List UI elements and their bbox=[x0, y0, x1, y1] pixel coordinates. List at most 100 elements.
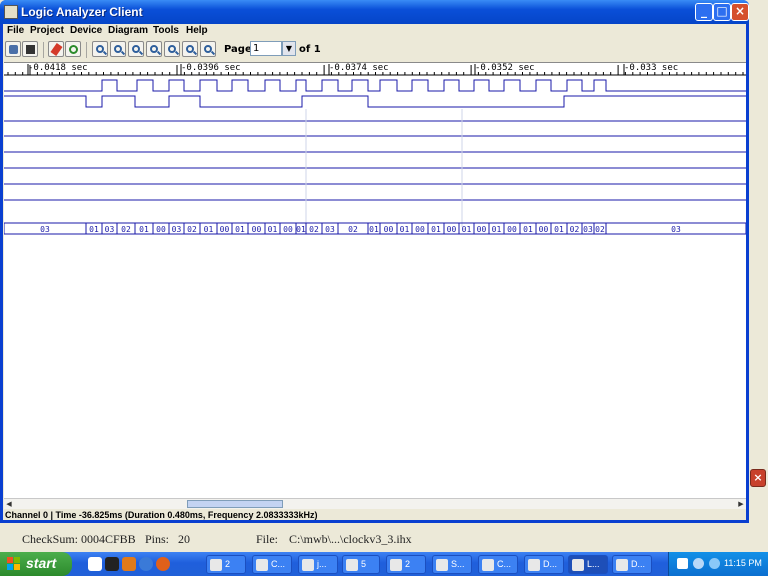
run-icon[interactable] bbox=[48, 41, 64, 57]
bus-value-label: 03 bbox=[583, 225, 593, 234]
bus-value-label: 03 bbox=[325, 225, 335, 234]
network-tray-icon[interactable] bbox=[693, 558, 704, 569]
close-button[interactable]: × bbox=[731, 3, 749, 21]
menu-tools[interactable]: Tools bbox=[153, 25, 179, 36]
help-tray-icon[interactable] bbox=[677, 558, 688, 569]
file-value: C:\mwb\...\clockv3_3.ihx bbox=[289, 532, 412, 546]
bus-value-label: 00 bbox=[539, 225, 549, 234]
menu-diagram[interactable]: Diagram bbox=[108, 25, 148, 36]
taskbar-app-icon bbox=[210, 559, 222, 571]
bus-value-label: 00 bbox=[477, 225, 487, 234]
taskbar-app-icon bbox=[482, 559, 494, 571]
taskbar-button[interactable]: L... bbox=[568, 555, 608, 574]
horizontal-scrollbar[interactable]: ◀ ▶ bbox=[4, 498, 746, 509]
chevron-down-icon[interactable]: ▼ bbox=[282, 41, 296, 56]
waveform-svg: 03 01 03 02 01 00 03 02 01 00 01 00 01 00 01 02 03 02 01 00… bbox=[4, 64, 746, 235]
zoom-out-icon[interactable] bbox=[110, 41, 126, 57]
bus-value-label: 02 bbox=[187, 225, 197, 234]
bus-value-label: 02 bbox=[595, 225, 605, 234]
app-icon bbox=[4, 5, 18, 19]
bus-value-label: 00 bbox=[156, 225, 166, 234]
bus-value-label: 00 bbox=[384, 225, 394, 234]
taskbar-button-label: D... bbox=[631, 559, 646, 569]
bus-value-label: 01 bbox=[235, 225, 245, 234]
menu-device[interactable]: Device bbox=[70, 25, 102, 36]
menu-file[interactable]: File bbox=[7, 25, 24, 36]
zoom-end-icon[interactable] bbox=[200, 41, 216, 57]
system-tray: 11:15 PM bbox=[668, 552, 768, 576]
zoom-next-icon[interactable] bbox=[164, 41, 180, 57]
background-window-edge bbox=[748, 0, 768, 524]
maximize-button[interactable]: □ bbox=[713, 3, 731, 21]
taskbar-app-icon bbox=[256, 559, 268, 571]
taskbar-button[interactable]: 5 bbox=[342, 555, 380, 574]
bus-value-label: 00 bbox=[283, 225, 293, 234]
bus-value-label: 02 bbox=[348, 225, 358, 234]
taskbar-button[interactable]: D... bbox=[612, 555, 652, 574]
bus-value-label: 01 bbox=[204, 225, 214, 234]
bus-value-label: 00 bbox=[447, 225, 457, 234]
toolbar-separator bbox=[86, 42, 87, 58]
taskbar-button-label: S... bbox=[451, 559, 465, 569]
cmd-quicklaunch-icon[interactable] bbox=[105, 557, 119, 571]
ie-quicklaunch-icon[interactable] bbox=[139, 557, 153, 571]
menu-project[interactable]: Project bbox=[30, 25, 64, 36]
bus-value-label: 03 bbox=[172, 225, 182, 234]
bus-value-label: 01 bbox=[139, 225, 149, 234]
volume-tray-icon[interactable] bbox=[709, 558, 720, 569]
bus-value-label: 00 bbox=[507, 225, 517, 234]
scroll-right-icon[interactable]: ▶ bbox=[736, 499, 746, 509]
page-select[interactable]: 1 bbox=[250, 41, 282, 56]
zoom-start-icon[interactable] bbox=[182, 41, 198, 57]
taskbar-button-label: 2 bbox=[225, 559, 231, 569]
refresh-icon[interactable] bbox=[65, 41, 81, 57]
title-bar[interactable]: Logic Analyzer Client _ □ × bbox=[0, 0, 749, 24]
bus-value-label: 03 bbox=[105, 225, 115, 234]
checksum-label: CheckSum: 0004CFBB bbox=[22, 532, 136, 546]
bus-value-label: 01 bbox=[554, 225, 564, 234]
start-button[interactable]: start bbox=[0, 552, 72, 576]
background-status-bar: CheckSum: 0004CFBB Pins: 20 File: C:\mwb… bbox=[0, 524, 768, 552]
scroll-left-icon[interactable]: ◀ bbox=[4, 499, 14, 509]
bus-value-label: 01 bbox=[89, 225, 99, 234]
bus-value-label: 01 bbox=[523, 225, 533, 234]
start-label: start bbox=[26, 555, 57, 571]
pins-label: Pins: bbox=[145, 532, 170, 546]
zoom-in-icon[interactable] bbox=[92, 41, 108, 57]
toolbar-separator bbox=[43, 42, 44, 58]
quicklaunch-icon[interactable] bbox=[88, 557, 102, 571]
java-quicklaunch-icon[interactable] bbox=[122, 557, 136, 571]
zoom-fit-icon[interactable] bbox=[128, 41, 144, 57]
bus-value-label: 00 bbox=[415, 225, 425, 234]
scroll-thumb[interactable] bbox=[187, 500, 283, 508]
ruler-label: -0.0374 sec bbox=[329, 63, 389, 73]
menu-help[interactable]: Help bbox=[186, 25, 208, 36]
taskbar-button[interactable]: j... bbox=[298, 555, 338, 574]
connect-icon[interactable] bbox=[5, 41, 21, 57]
minimize-button[interactable]: _ bbox=[695, 3, 713, 21]
clock: 11:15 PM bbox=[724, 558, 762, 568]
taskbar-app-icon bbox=[390, 559, 402, 571]
taskbar-button-label: C... bbox=[271, 559, 286, 569]
firefox-quicklaunch-icon[interactable] bbox=[156, 557, 170, 571]
taskbar-button[interactable]: C... bbox=[252, 555, 292, 574]
bus-value-label: 01 bbox=[492, 225, 502, 234]
taskbar-app-icon bbox=[302, 559, 314, 571]
taskbar-button-label: C... bbox=[497, 559, 512, 569]
taskbar-button-label: D... bbox=[543, 559, 558, 569]
taskbar: start 2 C... j... 5 2 S... C... D... L... D... 11… bbox=[0, 552, 768, 576]
taskbar-button[interactable]: D... bbox=[524, 555, 564, 574]
taskbar-button[interactable]: C... bbox=[478, 555, 518, 574]
bus-value-label: 03 bbox=[40, 225, 50, 234]
bus-value-label: 01 bbox=[369, 225, 379, 234]
taskbar-button[interactable]: S... bbox=[432, 555, 472, 574]
window-title: Logic Analyzer Client bbox=[21, 5, 143, 19]
window-client-area: File Project Device Diagram Tools Help P… bbox=[3, 24, 746, 520]
taskbar-button[interactable]: 2 bbox=[206, 555, 246, 574]
save-icon[interactable] bbox=[22, 41, 38, 57]
background-close-button[interactable]: × bbox=[750, 469, 766, 487]
taskbar-button[interactable]: 2 bbox=[386, 555, 426, 574]
zoom-previous-icon[interactable] bbox=[146, 41, 162, 57]
bus-value-label: 03 bbox=[671, 225, 681, 234]
waveform-canvas[interactable]: 03 01 03 02 01 00 03 02 01 00 01 00 01 00 01 02 03 02 01 00… bbox=[4, 62, 746, 499]
